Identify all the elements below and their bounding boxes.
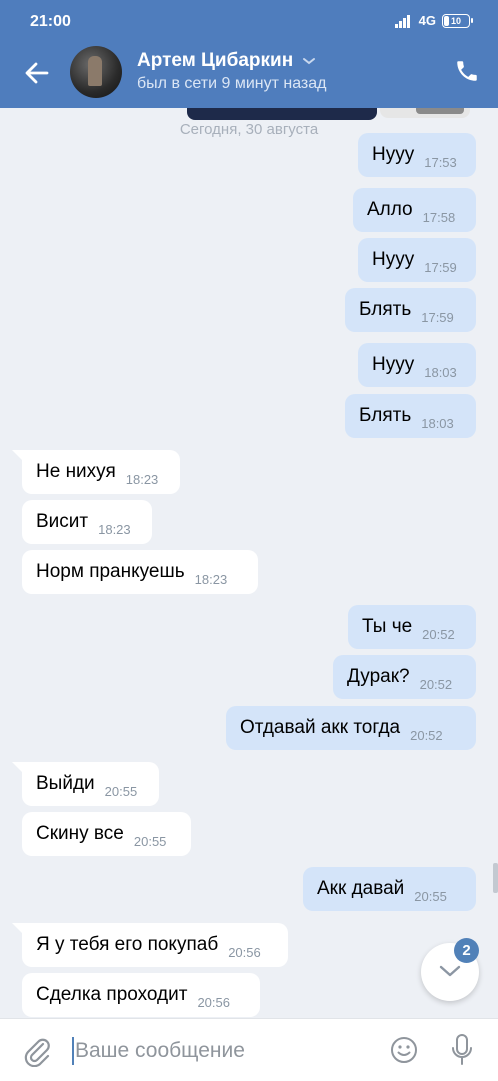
message-list[interactable]: Сегодня, 30 августа Нууу 17:53 Алло 17:5… bbox=[0, 108, 498, 1018]
scrollbar[interactable] bbox=[493, 863, 498, 893]
message-bubble[interactable]: Нууу 17:59 bbox=[358, 238, 476, 282]
message-time: 20:56 bbox=[228, 944, 261, 960]
message-time: 18:23 bbox=[194, 571, 228, 587]
message-text: Я у тебя его покупаб bbox=[36, 934, 219, 955]
status-icons: 4G 10 bbox=[394, 13, 473, 28]
message-text: Блять bbox=[359, 299, 412, 320]
message-bubble[interactable]: Нууу 17:53 bbox=[358, 133, 476, 177]
network-type: 4G bbox=[418, 13, 436, 28]
battery-level: 10 bbox=[450, 15, 461, 26]
paperclip-icon[interactable] bbox=[22, 1035, 52, 1067]
battery-icon: 10 bbox=[442, 13, 473, 28]
message-text: Нууу bbox=[372, 354, 415, 375]
chat-header: 21:00 4G 10 Артем Цибаркин был в сети 9 … bbox=[0, 0, 498, 108]
message-text: Акк давай bbox=[317, 878, 405, 899]
message-time: 20:52 bbox=[422, 626, 455, 642]
smile-icon[interactable] bbox=[390, 1036, 418, 1064]
message-time: 17:59 bbox=[424, 259, 457, 275]
previous-media-message[interactable] bbox=[187, 108, 377, 120]
message-text: Висит bbox=[36, 511, 89, 532]
message-text: Сделка проходит bbox=[36, 984, 188, 1005]
message-time: 18:03 bbox=[424, 364, 457, 380]
message-bubble[interactable]: Ты че 20:52 bbox=[348, 605, 476, 649]
message-time: 20:52 bbox=[410, 727, 443, 743]
message-bubble[interactable]: Нууу 18:03 bbox=[358, 343, 476, 387]
message-bubble[interactable]: Не нихуя 18:23 bbox=[22, 450, 180, 494]
contact-name[interactable]: Артем Цибаркин bbox=[137, 50, 293, 72]
text-cursor bbox=[72, 1037, 74, 1065]
message-time: 18:23 bbox=[98, 521, 131, 537]
message-time: 18:23 bbox=[125, 471, 159, 487]
previous-media-message[interactable] bbox=[380, 108, 470, 118]
message-text: Выйди bbox=[36, 773, 95, 794]
message-time: 17:53 bbox=[424, 154, 457, 170]
chevron-down-icon[interactable] bbox=[302, 56, 316, 66]
message-bubble[interactable]: Блять 18:03 bbox=[345, 394, 476, 438]
message-text: Нууу bbox=[372, 249, 415, 270]
message-bubble[interactable]: Выйди 20:55 bbox=[22, 762, 159, 806]
message-text: Блять bbox=[359, 405, 412, 426]
microphone-icon[interactable] bbox=[450, 1033, 474, 1067]
message-bubble[interactable]: Норм пранкуешь 18:23 bbox=[22, 550, 258, 594]
message-text: Отдавай акк тогда bbox=[240, 717, 401, 738]
message-bubble[interactable]: Алло 17:58 bbox=[353, 188, 476, 232]
message-bubble[interactable]: Акк давай 20:55 bbox=[303, 867, 476, 911]
unread-badge: 2 bbox=[454, 938, 479, 963]
message-time: 17:59 bbox=[421, 309, 454, 325]
message-time: 20:55 bbox=[414, 888, 447, 904]
message-text: Норм пранкуешь bbox=[36, 561, 185, 582]
message-text: Не нихуя bbox=[36, 461, 116, 482]
signal-icon bbox=[394, 14, 413, 28]
arrow-left-icon[interactable] bbox=[22, 58, 52, 88]
message-composer bbox=[0, 1018, 498, 1081]
message-bubble[interactable]: Висит 18:23 bbox=[22, 500, 152, 544]
message-text: Ты че bbox=[362, 616, 413, 637]
message-bubble[interactable]: Блять 17:59 bbox=[345, 288, 476, 332]
message-time: 20:55 bbox=[133, 833, 167, 849]
message-bubble[interactable]: Скину все 20:55 bbox=[22, 812, 191, 856]
message-text: Скину все bbox=[36, 823, 124, 844]
message-text: Алло bbox=[367, 199, 413, 220]
message-time: 20:56 bbox=[197, 994, 230, 1010]
message-input[interactable] bbox=[75, 1033, 375, 1069]
message-bubble[interactable]: Дурак? 20:52 bbox=[333, 655, 476, 699]
message-time: 20:52 bbox=[419, 676, 453, 692]
message-text: Нууу bbox=[372, 144, 415, 165]
message-bubble[interactable]: Я у тебя его покупаб 20:56 bbox=[22, 923, 288, 967]
status-bar: 21:00 4G 10 bbox=[0, 0, 498, 44]
chevron-down-icon bbox=[439, 965, 461, 977]
phone-icon[interactable] bbox=[454, 58, 480, 84]
message-bubble[interactable]: Сделка проходит 20:56 bbox=[22, 973, 260, 1017]
message-time: 18:03 bbox=[421, 415, 454, 431]
message-text: Дурак? bbox=[347, 666, 410, 687]
avatar[interactable] bbox=[70, 46, 122, 98]
status-time: 21:00 bbox=[30, 13, 71, 30]
message-time: 17:58 bbox=[422, 209, 456, 225]
message-bubble[interactable]: Отдавай акк тогда 20:52 bbox=[226, 706, 476, 750]
last-seen-status: был в сети 9 минут назад bbox=[137, 75, 327, 92]
message-time: 20:55 bbox=[104, 783, 138, 799]
